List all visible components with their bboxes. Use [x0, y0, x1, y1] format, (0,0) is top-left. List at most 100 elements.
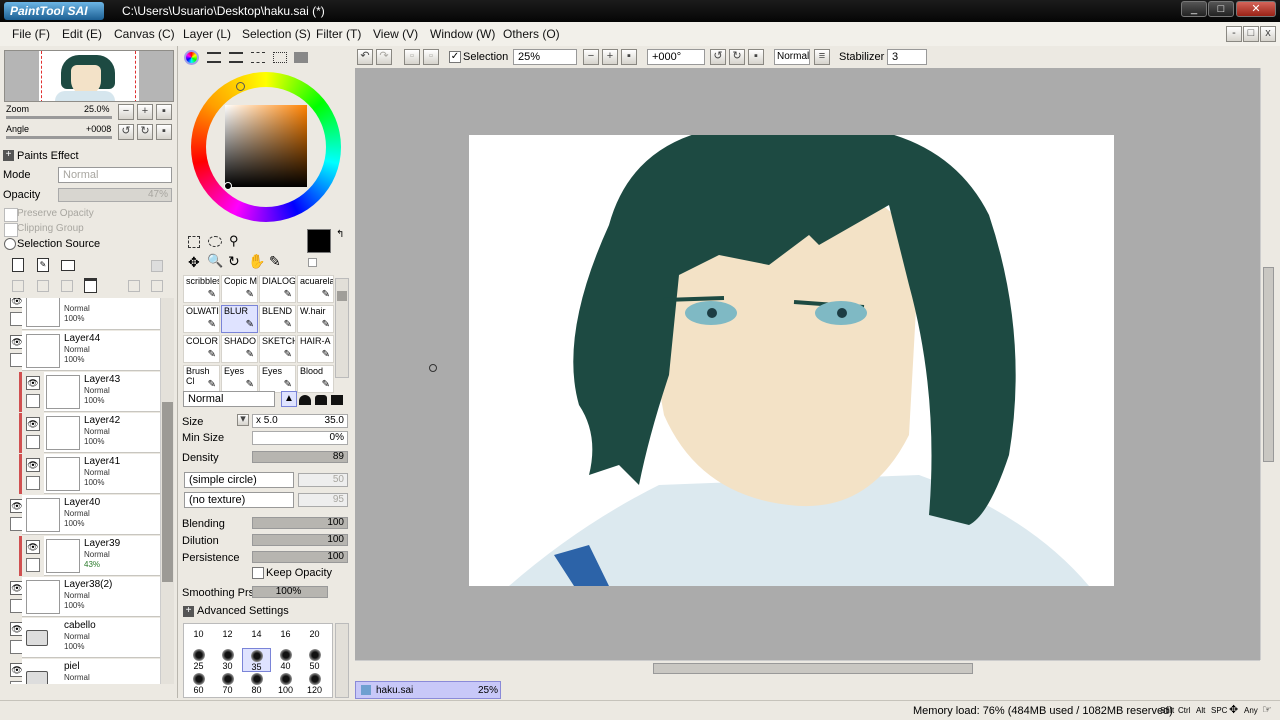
brush-size-preset[interactable]: 40: [271, 648, 300, 672]
hand-tool-icon[interactable]: ✋: [248, 253, 265, 270]
layer-paste-icon[interactable]: [151, 280, 163, 292]
layer-row[interactable]: 👁 Layer44 Normal 100%: [4, 331, 160, 371]
blending-slider[interactable]: 100: [252, 517, 348, 529]
toolbar-zoom-reset-button[interactable]: ▪: [621, 49, 637, 65]
brush-tool-1-2[interactable]: BLEND ✎: [259, 305, 296, 333]
rgb-slider-tab-icon[interactable]: [207, 52, 221, 63]
toolbar-zoom-in-button[interactable]: +: [602, 49, 618, 65]
layer-lock-checkbox[interactable]: [26, 476, 40, 490]
layer-row[interactable]: 👁 Layer38(2) Normal 100%: [4, 577, 160, 617]
brush-texture-select[interactable]: (no texture): [184, 492, 294, 508]
primary-color-swatch[interactable]: [307, 229, 331, 253]
size-mult-button[interactable]: ▾: [237, 414, 249, 426]
merge-down-icon[interactable]: [37, 280, 49, 292]
brush-tool-0-0[interactable]: scribbles ✎: [183, 275, 220, 303]
advanced-settings-label[interactable]: Advanced Settings: [197, 605, 289, 617]
menu-view[interactable]: View (V): [373, 27, 418, 41]
opacity-slider[interactable]: 47%: [58, 188, 172, 202]
layer-folder-row[interactable]: 👁 piel Normal: [4, 659, 160, 684]
document-tab[interactable]: haku.sai 25%: [355, 681, 501, 699]
brush-tool-2-0[interactable]: COLOR ✎: [183, 335, 220, 363]
zoom-reset-button[interactable]: ▪: [156, 104, 172, 120]
transfer-down-icon[interactable]: [12, 280, 24, 292]
size-slider[interactable]: x 5.0 35.0: [252, 414, 348, 428]
zoom-out-button[interactable]: −: [118, 104, 134, 120]
undo-button[interactable]: ↶: [357, 49, 373, 65]
brush-size-preset[interactable]: 12: [213, 624, 242, 648]
minimize-button[interactable]: _: [1181, 1, 1207, 17]
brush-tool-1-3[interactable]: W.hair ✎: [297, 305, 334, 333]
brush-size-preset[interactable]: 50: [300, 648, 329, 672]
scratchpad-tab-icon[interactable]: [294, 52, 308, 63]
saturation-value-box[interactable]: [225, 105, 307, 187]
color-palette-tab-icon[interactable]: [251, 52, 265, 63]
zoom-slider[interactable]: [6, 116, 112, 119]
brush-tool-3-0[interactable]: Brush Cl ✎: [183, 365, 220, 393]
zoom-in-button[interactable]: +: [137, 104, 153, 120]
brush-tool-2-3[interactable]: HAIR-A ✎: [297, 335, 334, 363]
vertical-scroll-thumb[interactable]: [1263, 267, 1274, 462]
brush-shape-round-icon[interactable]: [315, 395, 327, 405]
menu-edit[interactable]: Edit (E): [62, 27, 102, 41]
keep-opacity-checkbox[interactable]: [252, 567, 264, 579]
move-icon[interactable]: ✥: [188, 254, 200, 271]
layer-row[interactable]: 👁 Layer42 Normal 100%: [4, 413, 160, 453]
angle-slider[interactable]: [6, 136, 112, 139]
flip-button[interactable]: ≡: [814, 49, 830, 65]
horizontal-scrollbar[interactable]: [355, 660, 1260, 676]
brush-tool-3-2[interactable]: Eyes ✎: [259, 365, 296, 393]
brush-tool-2-1[interactable]: SHADO ✎: [221, 335, 258, 363]
rect-select-icon[interactable]: [188, 236, 200, 248]
blend-mode-select[interactable]: Normal: [58, 167, 172, 183]
navigator-preview[interactable]: [4, 50, 174, 102]
layer-lock-checkbox[interactable]: [26, 394, 40, 408]
layer-scroll-thumb[interactable]: [162, 402, 173, 582]
brush-size-preset[interactable]: 100: [271, 672, 300, 696]
doc-restore-button[interactable]: □: [1243, 26, 1259, 42]
horizontal-scroll-thumb[interactable]: [653, 663, 973, 674]
swatches-tab-icon[interactable]: [273, 52, 287, 63]
rotate-left-button[interactable]: ↺: [118, 124, 134, 140]
maximize-button[interactable]: □: [1208, 1, 1234, 17]
rotate-right-button[interactable]: ↻: [137, 124, 153, 140]
brush-size-preset[interactable]: 80: [242, 672, 271, 696]
menu-selection[interactable]: Selection (S): [242, 27, 311, 41]
canvas-artwork[interactable]: [469, 135, 1114, 586]
layer-scrollbar[interactable]: [160, 298, 174, 684]
doc-minimize-button[interactable]: -: [1226, 26, 1242, 42]
persistence-slider[interactable]: 100: [252, 551, 348, 563]
zoom-select[interactable]: 25%: [513, 49, 577, 65]
redo-button[interactable]: ↷: [376, 49, 392, 65]
toolbar-rotate-right-button[interactable]: ↻: [729, 49, 745, 65]
brush-size-preset[interactable]: 30: [213, 648, 242, 672]
stabilizer-select[interactable]: 3: [887, 49, 927, 65]
visibility-eye-icon[interactable]: 👁: [26, 458, 40, 472]
layer-copy-icon[interactable]: [128, 280, 140, 292]
brush-size-preset[interactable]: 120: [300, 672, 329, 696]
menu-others[interactable]: Others (O): [503, 27, 560, 41]
brush-size-preset[interactable]: 20: [300, 624, 329, 648]
texture-strength-slider[interactable]: 95: [298, 493, 348, 507]
brush-size-preset[interactable]: 25: [184, 648, 213, 672]
visibility-eye-icon[interactable]: 👁: [26, 417, 40, 431]
brush-tool-0-2[interactable]: DIALOG ✎: [259, 275, 296, 303]
layer-row[interactable]: 👁 Layer39 Normal 43%: [4, 536, 160, 576]
layer-row[interactable]: 👁 Layer41 Normal 100%: [4, 454, 160, 494]
brush-tool-3-3[interactable]: Blood ✎: [297, 365, 334, 393]
brush-tool-3-1[interactable]: Eyes ✎: [221, 365, 258, 393]
dilution-slider[interactable]: 100: [252, 534, 348, 546]
selection-visible-checkbox[interactable]: ✓: [449, 51, 461, 63]
toolbar-rotate-reset-button[interactable]: ▪: [748, 49, 764, 65]
advanced-expand-icon[interactable]: +: [183, 606, 194, 617]
layer-mask-icon[interactable]: [151, 260, 163, 272]
layer-folder-row[interactable]: 👁 cabello Normal 100%: [4, 618, 160, 658]
doc-close-button[interactable]: x: [1260, 26, 1276, 42]
color-wheel-tab-icon[interactable]: [184, 50, 199, 65]
brush-size-preset[interactable]: 16: [271, 624, 300, 648]
menu-layer[interactable]: Layer (L): [183, 27, 231, 41]
clear-layer-icon[interactable]: [61, 280, 73, 292]
hsv-slider-tab-icon[interactable]: [229, 52, 243, 63]
min-size-slider[interactable]: 0%: [252, 431, 348, 445]
smoothing-slider[interactable]: 100%: [252, 586, 328, 598]
layer-row[interactable]: 👁 Layer40 Normal 100%: [4, 495, 160, 535]
